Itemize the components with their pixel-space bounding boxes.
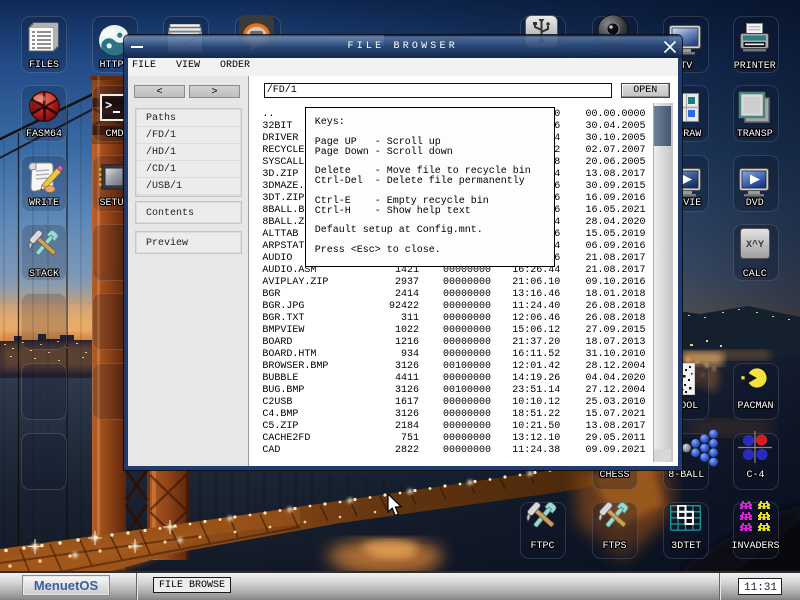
svg-text:X^Y: X^Y bbox=[746, 239, 764, 251]
svg-text:>: > bbox=[105, 99, 112, 113]
